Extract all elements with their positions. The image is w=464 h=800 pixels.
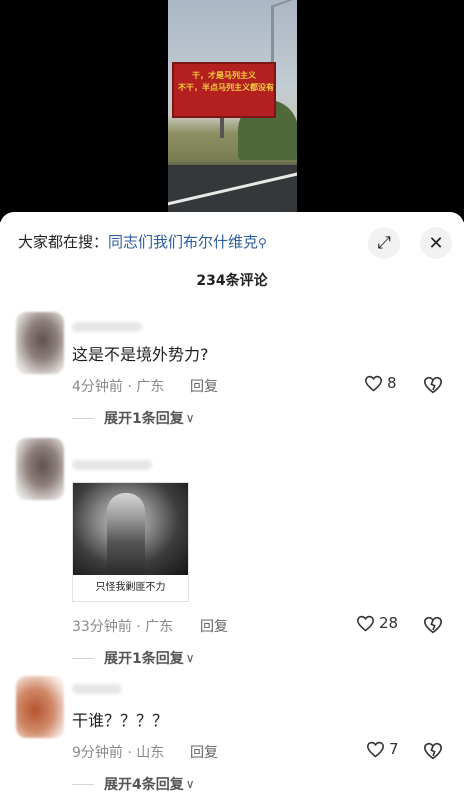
like-button[interactable]: 7 — [366, 740, 399, 758]
reply-button[interactable]: 回复 — [200, 616, 228, 636]
username-blurred[interactable] — [72, 684, 122, 694]
trending-search-label: 大家都在搜： — [18, 233, 109, 251]
like-button[interactable]: 28 — [356, 614, 398, 632]
expand-replies-label: 展开4条回复 — [104, 777, 184, 793]
chevron-down-icon: ∨ — [185, 777, 195, 791]
meme-figure — [107, 493, 145, 575]
billboard-line-2: 不干，半点马列主义都没有 — [178, 83, 274, 92]
comment-meta: 4分钟前 · 广东 — [72, 379, 165, 395]
like-count: 8 — [387, 374, 397, 392]
comment-text: 干谁？？？？ — [72, 711, 169, 730]
close-button[interactable]: ✕ — [420, 227, 452, 259]
broken-heart-icon[interactable] — [423, 376, 443, 394]
avatar[interactable] — [16, 438, 64, 500]
trending-search-query[interactable]: 同志们我们布尔什维克 — [108, 233, 258, 251]
expand-replies-label: 展开1条回复 — [104, 411, 184, 427]
expand-icon: ⤢ — [377, 233, 391, 253]
heart-icon — [356, 615, 375, 631]
comment-meta: 33分钟前 · 广东 — [72, 619, 174, 635]
trending-search[interactable]: 大家都在搜：同志们我们布尔什维克⚲ — [18, 232, 267, 253]
video-frame: 干，才是马列主义 不干，半点马列主义都没有 — [168, 0, 297, 222]
chevron-down-icon: ∨ — [185, 411, 195, 425]
heart-icon — [364, 375, 383, 391]
like-button[interactable]: 8 — [364, 374, 397, 392]
comment-sheet: 大家都在搜：同志们我们布尔什维克⚲ ⤢ ✕ 234条评论 这是不是境外势力? 4… — [0, 212, 464, 800]
divider-line — [72, 417, 94, 419]
broken-heart-icon[interactable] — [423, 616, 443, 634]
expand-replies-label: 展开1条回复 — [104, 651, 184, 667]
meme-photo — [73, 483, 188, 575]
broken-heart-icon[interactable] — [423, 742, 443, 760]
expand-replies[interactable]: 展开4条回复 ∨ — [72, 774, 195, 794]
comment-text: 这是不是境外势力? — [72, 345, 209, 364]
street-light-arm — [270, 0, 296, 8]
comment-count: 234条评论 — [196, 273, 268, 289]
expand-replies[interactable]: 展开1条回复 ∨ — [72, 408, 195, 428]
heart-icon — [366, 741, 385, 757]
avatar[interactable] — [16, 312, 64, 374]
expand-replies[interactable]: 展开1条回复 ∨ — [72, 648, 195, 668]
billboard: 干，才是马列主义 不干，半点马列主义都没有 — [172, 62, 276, 118]
comment-meta: 9分钟前 · 山东 — [72, 745, 165, 761]
divider-line — [72, 783, 94, 785]
billboard-post — [220, 118, 224, 138]
like-count: 7 — [389, 740, 399, 758]
meme-caption: 只怪我剿匪不力 — [95, 582, 166, 593]
reply-button[interactable]: 回复 — [190, 742, 218, 762]
comment-image[interactable]: 只怪我剿匪不力 — [72, 482, 189, 602]
video-player[interactable]: 干，才是马列主义 不干，半点马列主义都没有 — [0, 0, 464, 222]
search-icon[interactable]: ⚲ — [258, 236, 267, 250]
close-icon: ✕ — [428, 232, 444, 254]
billboard-line-1: 干，才是马列主义 — [192, 71, 256, 80]
like-count: 28 — [379, 614, 399, 632]
username-blurred[interactable] — [72, 322, 142, 332]
expand-button[interactable]: ⤢ — [368, 227, 400, 259]
chevron-down-icon: ∨ — [185, 651, 195, 665]
avatar[interactable] — [16, 676, 64, 738]
username-blurred[interactable] — [72, 460, 152, 470]
divider-line — [72, 657, 94, 659]
reply-button[interactable]: 回复 — [190, 376, 218, 396]
